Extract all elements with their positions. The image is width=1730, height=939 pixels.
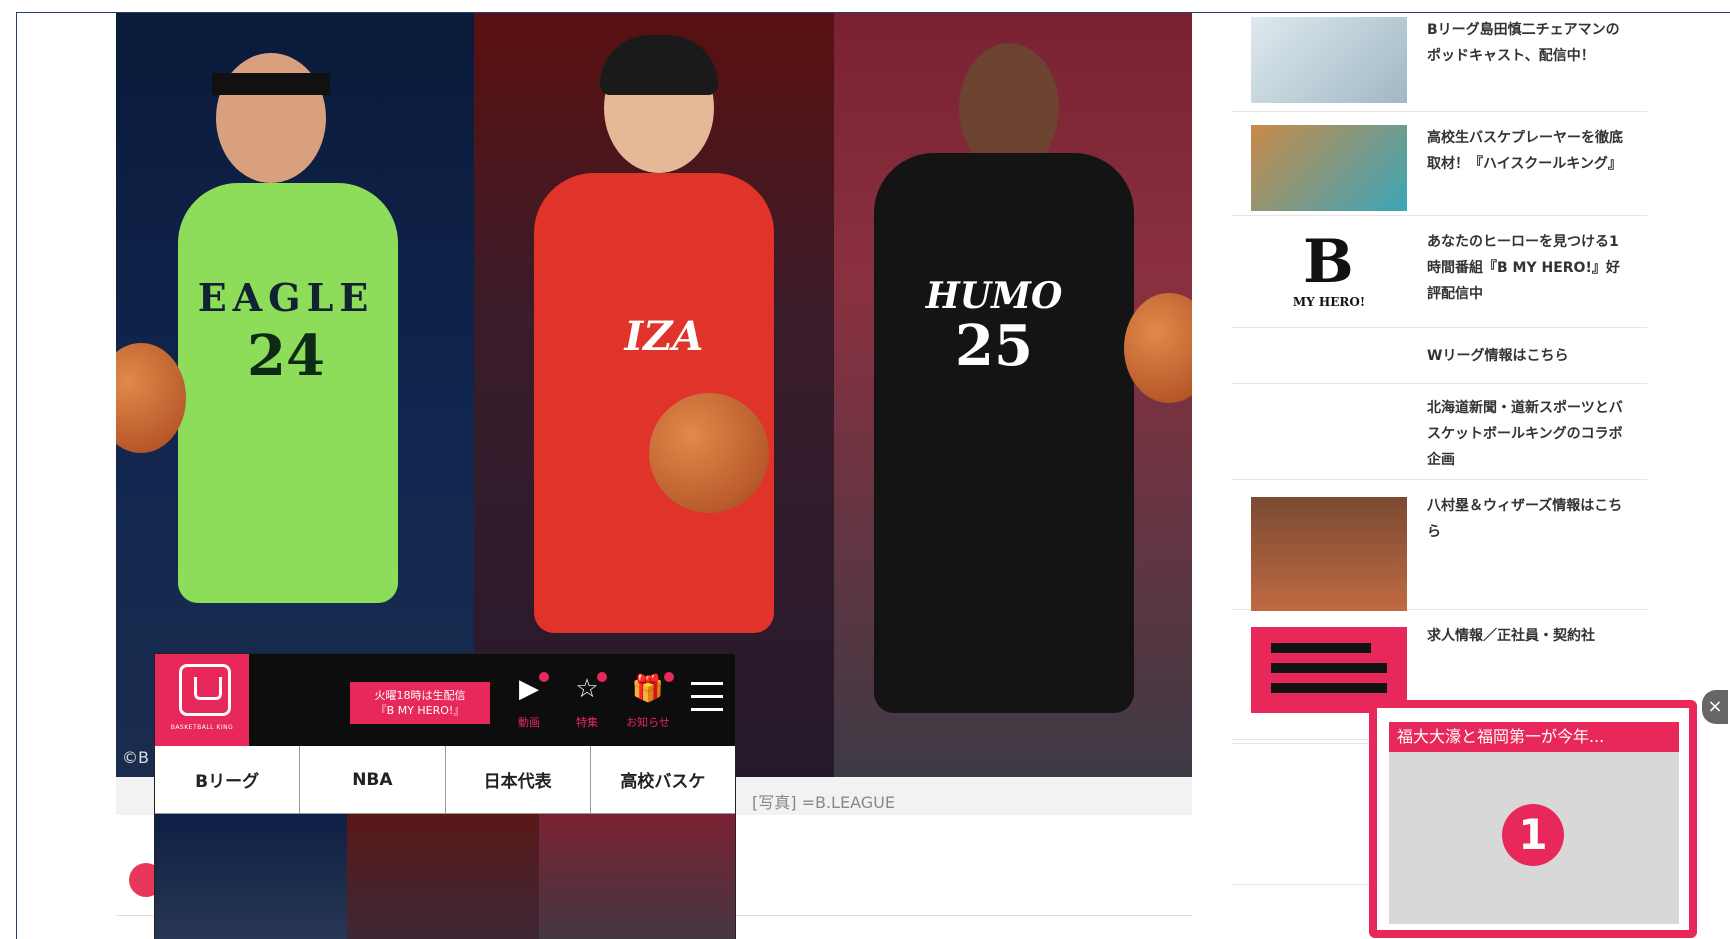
promo-banner[interactable]: 火曜18時は生配信 『B MY HERO!』	[350, 682, 490, 724]
sidebar-item-highschool[interactable]: 高校生バスケプレーヤーを徹底取材！『ハイスクールキング』	[1232, 117, 1647, 216]
video-label: 動画	[518, 716, 540, 729]
popup-video-area[interactable]: 1	[1389, 752, 1679, 924]
mobile-tabs: Bリーグ NBA 日本代表 高校バスケ	[155, 746, 735, 814]
bmyhero-logo-sub: MY HERO!	[1292, 295, 1366, 309]
basketball	[1124, 293, 1192, 403]
sidebar-item-label: Wリーグ情報はこちら	[1427, 348, 1569, 364]
video-popup[interactable]: 福大大濠と福岡第一が今年... 1	[1369, 700, 1697, 938]
podcast-thumbnail	[1251, 17, 1407, 103]
sidebar-item-label: 高校生バスケプレーヤーを徹底取材！『ハイスクールキング』	[1427, 130, 1623, 172]
sidebar-item-label: Bリーグ島田慎二チェアマンのポッドキャスト、配信中！	[1427, 22, 1620, 64]
popup-number-badge: 1	[1502, 804, 1564, 866]
bmyhero-logo: B MY HERO!	[1251, 229, 1407, 315]
sidebar-item-label: 求人情報／正社員・契約社	[1427, 628, 1595, 644]
basketball	[116, 343, 186, 453]
tab-highschool[interactable]: 高校バスケ	[590, 746, 735, 814]
player-hair	[600, 35, 718, 95]
mobile-preview: BASKETBALL KING 火曜18時は生配信 『B MY HERO!』 ▶…	[154, 653, 736, 939]
notification-dot	[539, 672, 549, 682]
black-jersey	[874, 153, 1134, 713]
wizards-thumbnail	[1251, 497, 1407, 611]
site-logo[interactable]: BASKETBALL KING	[155, 654, 249, 746]
highschool-thumbnail	[1251, 125, 1407, 211]
sidebar-item-label: 八村塁＆ウィザーズ情報はこちら	[1427, 498, 1623, 540]
video-nav[interactable]: ▶ 動画	[507, 672, 551, 732]
green-jersey	[178, 183, 398, 603]
notification-dot	[597, 672, 607, 682]
sidebar-item-doshin[interactable]: 北海道新聞・道新スポーツとバスケットボールキングのコラボ企画	[1232, 387, 1647, 480]
jersey-number: 25	[955, 313, 1033, 379]
hamburger-menu-icon[interactable]	[691, 682, 723, 718]
tab-japan-national[interactable]: 日本代表	[445, 746, 591, 814]
notice-nav[interactable]: 🎁 お知らせ	[620, 672, 676, 732]
sidebar-item-label: 北海道新聞・道新スポーツとバスケットボールキングのコラボ企画	[1427, 400, 1623, 468]
feature-label: 特集	[576, 716, 598, 729]
tab-nba[interactable]: NBA	[300, 746, 446, 814]
sidebar-item-label: あなたのヒーローを見つける1時間番組『B MY HERO!』好評配信中	[1427, 234, 1620, 302]
crown-logo-icon	[179, 664, 231, 716]
jersey-text: EAGLE	[197, 275, 375, 320]
jersey-text: HUMO	[925, 275, 1063, 317]
headband	[212, 73, 330, 95]
popup-title[interactable]: 福大大濠と福岡第一が今年...	[1389, 722, 1679, 752]
photo-credit: ©B	[122, 748, 149, 767]
hero-panel-black-player: HUMO 25	[834, 13, 1192, 777]
jersey-text: IZA	[624, 313, 704, 360]
sidebar-item-wleague[interactable]: Wリーグ情報はこちら	[1232, 331, 1647, 384]
notice-label: お知らせ	[626, 716, 670, 729]
bmyhero-logo-letter: B	[1303, 229, 1354, 297]
mobile-header: BASKETBALL KING 火曜18時は生配信 『B MY HERO!』 ▶…	[155, 654, 735, 746]
photo-caption: [写真] =B.LEAGUE	[752, 793, 895, 812]
sidebar-item-bmyhero[interactable]: B MY HERO! あなたのヒーローを見つける1時間番組『B MY HERO!…	[1232, 219, 1647, 328]
tab-bleague[interactable]: Bリーグ	[155, 746, 301, 814]
jersey-number: 24	[247, 323, 325, 389]
sidebar-item-podcast[interactable]: Bリーグ島田慎二チェアマンのポッドキャスト、配信中！	[1232, 13, 1647, 112]
sidebar-item-wizards[interactable]: 八村塁＆ウィザーズ情報はこちら	[1232, 483, 1647, 611]
basketball	[649, 393, 769, 513]
popup-close-button[interactable]: ×	[1702, 690, 1728, 724]
feature-nav[interactable]: ☆ 特集	[565, 672, 609, 732]
logo-text: BASKETBALL KING	[170, 724, 234, 731]
notification-dot	[664, 672, 674, 682]
mobile-hero-image	[155, 814, 735, 939]
